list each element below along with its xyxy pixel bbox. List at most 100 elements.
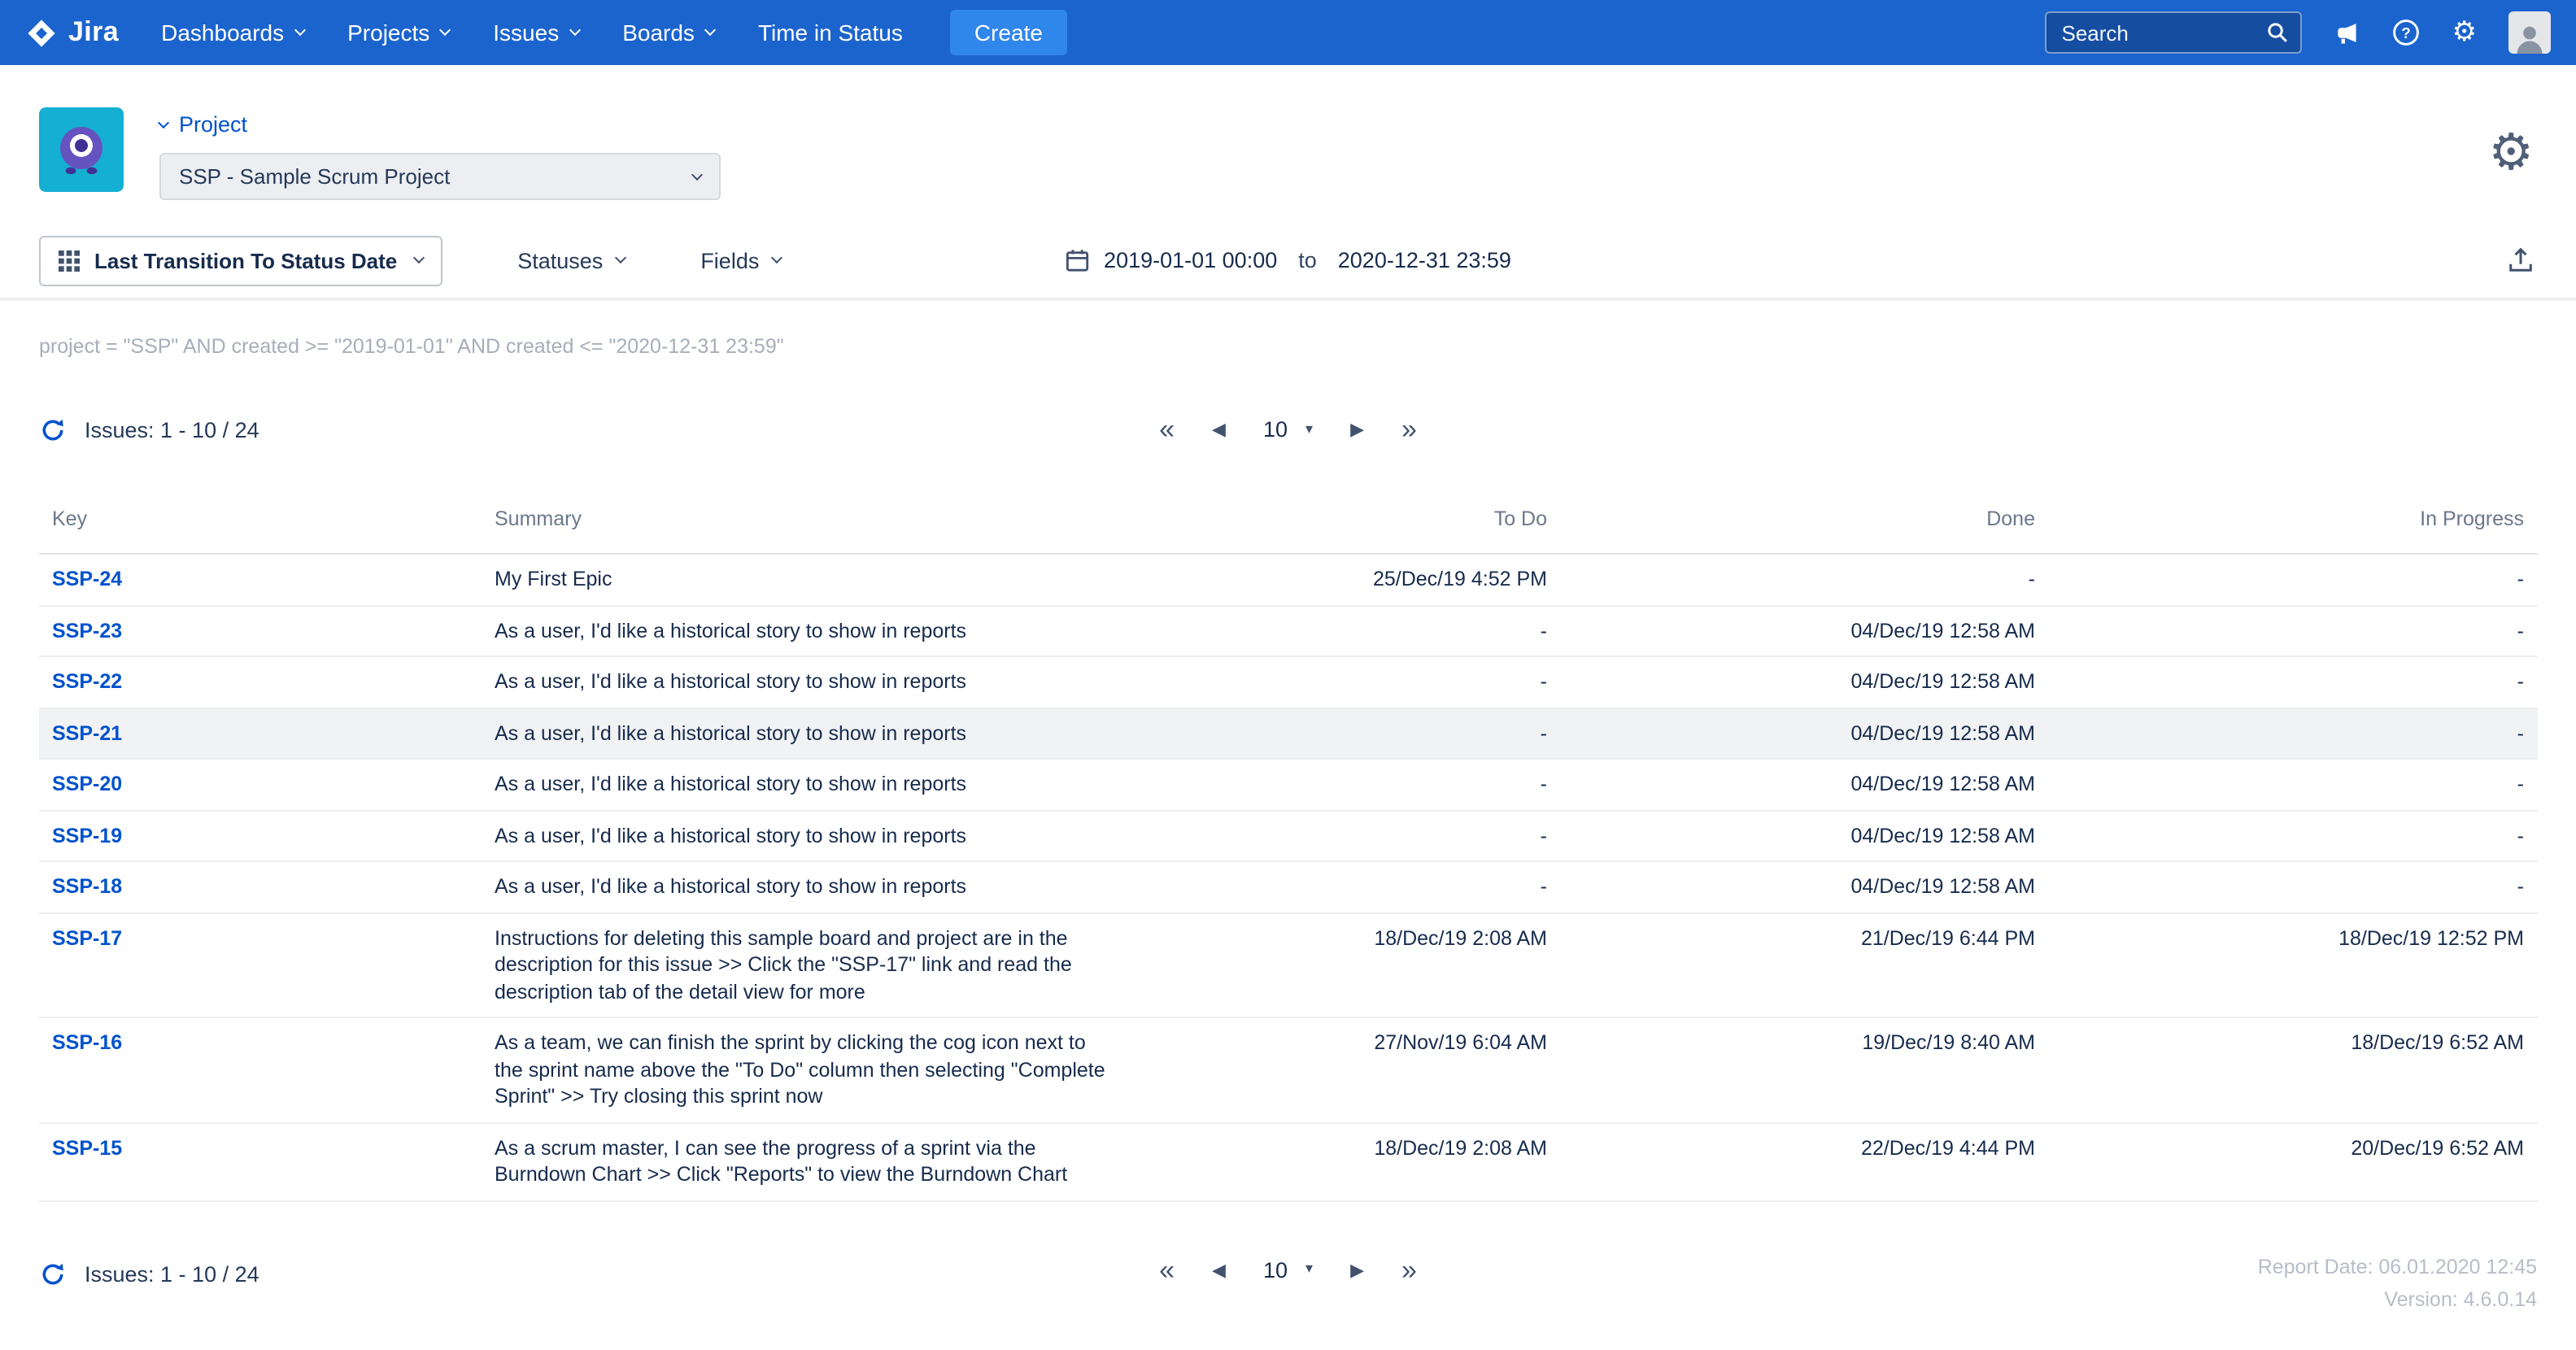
inprogress-date-cell: - bbox=[2048, 656, 2537, 708]
issue-key-link[interactable]: SSP-20 bbox=[52, 773, 122, 795]
nav-item-label: Projects bbox=[347, 20, 429, 46]
last-page-button[interactable]: » bbox=[1401, 416, 1417, 443]
done-date-cell: - bbox=[1560, 554, 2048, 605]
issue-summary-cell: As a user, I'd like a historical story t… bbox=[482, 861, 1132, 912]
first-page-button[interactable]: « bbox=[1159, 1256, 1175, 1283]
issue-key-cell: SSP-19 bbox=[39, 810, 482, 861]
todo-date-cell: - bbox=[1132, 708, 1560, 759]
nav-item-label: Dashboards bbox=[161, 20, 284, 46]
todo-date-cell: - bbox=[1132, 861, 1560, 912]
issue-key-link[interactable]: SSP-17 bbox=[52, 926, 122, 949]
issue-summary-cell: Instructions for deleting this sample bo… bbox=[482, 912, 1132, 1017]
help-icon[interactable]: ? bbox=[2392, 18, 2421, 47]
todo-date-cell: - bbox=[1132, 656, 1560, 708]
issue-summary-cell: As a user, I'd like a historical story t… bbox=[482, 759, 1132, 810]
prev-page-button[interactable]: ◀ bbox=[1212, 1261, 1226, 1278]
todo-date-cell: - bbox=[1132, 605, 1560, 656]
search-icon[interactable] bbox=[2267, 21, 2290, 44]
table-row: SSP-22 As a user, I'd like a historical … bbox=[39, 656, 2537, 708]
issue-key-link[interactable]: SSP-22 bbox=[52, 670, 122, 693]
announcements-icon[interactable] bbox=[2334, 19, 2361, 46]
inprogress-date-cell: 18/Dec/19 12:52 PM bbox=[2048, 912, 2537, 1017]
next-page-button[interactable]: ▶ bbox=[1350, 420, 1364, 438]
pagination: « ◀ 10 ▾ ▶ » bbox=[1159, 416, 1417, 443]
next-page-button[interactable]: ▶ bbox=[1350, 1261, 1364, 1278]
refresh-icon[interactable] bbox=[39, 1260, 67, 1287]
chevron-down-icon bbox=[158, 116, 169, 128]
report-date: Report Date: 06.01.2020 12:45 bbox=[2258, 1250, 2537, 1282]
create-button[interactable]: Create bbox=[950, 10, 1067, 55]
fields-dropdown[interactable]: Fields bbox=[700, 248, 780, 272]
issue-key-link[interactable]: SSP-15 bbox=[52, 1136, 122, 1159]
issues-table: Key Summary To Do Done In Progress SSP-2… bbox=[0, 498, 2576, 1201]
bottom-pagination-row: Issues: 1 - 10 / 24 « ◀ 10 ▾ ▶ » Report … bbox=[0, 1247, 2576, 1331]
nav-right-cluster: ? ⚙ bbox=[2046, 11, 2551, 54]
jql-query-text: project = "SSP" AND created >= "2019-01-… bbox=[0, 335, 2576, 358]
table-row: SSP-19 As a user, I'd like a historical … bbox=[39, 810, 2537, 861]
project-section-toggle[interactable]: Project bbox=[159, 112, 721, 137]
prev-page-button[interactable]: ◀ bbox=[1212, 420, 1226, 438]
report-settings-gear-icon[interactable]: ⚙ bbox=[2488, 128, 2534, 179]
nav-item-dashboards[interactable]: Dashboards bbox=[161, 20, 303, 46]
caret-down-icon: ▾ bbox=[1305, 1261, 1313, 1278]
issue-summary-cell: As a scrum master, I can see the progres… bbox=[482, 1122, 1132, 1200]
table-row: SSP-18 As a user, I'd like a historical … bbox=[39, 861, 2537, 912]
grid-icon bbox=[59, 250, 80, 271]
inprogress-date-cell: - bbox=[2048, 708, 2537, 759]
column-header-summary: Summary bbox=[482, 498, 1132, 554]
nav-item-boards[interactable]: Boards bbox=[622, 20, 714, 46]
refresh-icon[interactable] bbox=[39, 416, 67, 443]
project-selector-group: Project SSP - Sample Scrum Project bbox=[159, 107, 721, 200]
brand-name: Jira bbox=[68, 16, 119, 49]
statuses-dropdown[interactable]: Statuses bbox=[517, 248, 624, 272]
toolbar-divider bbox=[0, 298, 2576, 301]
last-page-button[interactable]: » bbox=[1401, 1256, 1417, 1283]
table-row: SSP-21 As a user, I'd like a historical … bbox=[39, 708, 2537, 759]
issue-key-link[interactable]: SSP-21 bbox=[52, 721, 122, 744]
issue-key-link[interactable]: SSP-19 bbox=[52, 824, 122, 847]
inprogress-date-cell: - bbox=[2048, 810, 2537, 861]
done-date-cell: 21/Dec/19 6:44 PM bbox=[1560, 912, 2048, 1017]
issue-key-cell: SSP-24 bbox=[39, 554, 482, 605]
page-size-select[interactable]: 10 ▾ bbox=[1263, 417, 1313, 442]
report-version: Version: 4.6.0.14 bbox=[2258, 1282, 2537, 1315]
table-row: SSP-17 Instructions for deleting this sa… bbox=[39, 912, 2537, 1017]
issues-count-label: Issues: 1 - 10 / 24 bbox=[85, 1261, 259, 1286]
issue-key-link[interactable]: SSP-16 bbox=[52, 1031, 122, 1054]
issue-key-cell: SSP-20 bbox=[39, 759, 482, 810]
chevron-down-icon bbox=[569, 24, 580, 36]
issue-key-link[interactable]: SSP-24 bbox=[52, 568, 122, 590]
user-avatar-image bbox=[2508, 11, 2550, 54]
done-date-cell: 04/Dec/19 12:58 AM bbox=[1560, 605, 2048, 656]
project-header: Project SSP - Sample Scrum Project ⚙ bbox=[0, 65, 2576, 220]
settings-gear-icon[interactable]: ⚙ bbox=[2452, 19, 2478, 46]
first-page-button[interactable]: « bbox=[1159, 416, 1175, 443]
issue-summary-cell: As a user, I'd like a historical story t… bbox=[482, 605, 1132, 656]
export-icon[interactable] bbox=[2506, 246, 2534, 274]
issue-key-link[interactable]: SSP-23 bbox=[52, 619, 122, 642]
search-input[interactable] bbox=[2062, 20, 2267, 45]
report-type-button[interactable]: Last Transition To Status Date bbox=[39, 235, 442, 285]
nav-item-issues[interactable]: Issues bbox=[493, 20, 578, 46]
table-row: SSP-20 As a user, I'd like a historical … bbox=[39, 759, 2537, 810]
table-row: SSP-15 As a scrum master, I can see the … bbox=[39, 1122, 2537, 1200]
calendar-icon bbox=[1065, 248, 1089, 272]
project-section-label: Project bbox=[179, 112, 247, 137]
issue-summary-cell: As a team, we can finish the sprint by c… bbox=[482, 1017, 1132, 1122]
user-avatar[interactable] bbox=[2508, 11, 2550, 54]
page-size-select[interactable]: 10 ▾ bbox=[1263, 1257, 1313, 1282]
jira-logo[interactable]: Jira bbox=[26, 16, 119, 49]
nav-item-label: Time in Status bbox=[758, 20, 903, 46]
chevron-down-icon bbox=[413, 252, 425, 263]
issues-count-label: Issues: 1 - 10 / 24 bbox=[85, 417, 259, 442]
nav-item-time-in-status[interactable]: Time in Status bbox=[758, 20, 903, 46]
project-select[interactable]: SSP - Sample Scrum Project bbox=[159, 153, 721, 200]
issues-count-group: Issues: 1 - 10 / 24 bbox=[39, 1260, 259, 1287]
nav-item-projects[interactable]: Projects bbox=[347, 20, 449, 46]
issue-key-link[interactable]: SSP-18 bbox=[52, 875, 122, 898]
chevron-down-icon bbox=[704, 24, 716, 36]
todo-date-cell: - bbox=[1132, 810, 1560, 861]
done-date-cell: 04/Dec/19 12:58 AM bbox=[1560, 708, 2048, 759]
date-range-picker[interactable]: 2019-01-01 00:00 to 2020-12-31 23:59 bbox=[1065, 248, 1511, 272]
issue-summary-cell: As a user, I'd like a historical story t… bbox=[482, 708, 1132, 759]
